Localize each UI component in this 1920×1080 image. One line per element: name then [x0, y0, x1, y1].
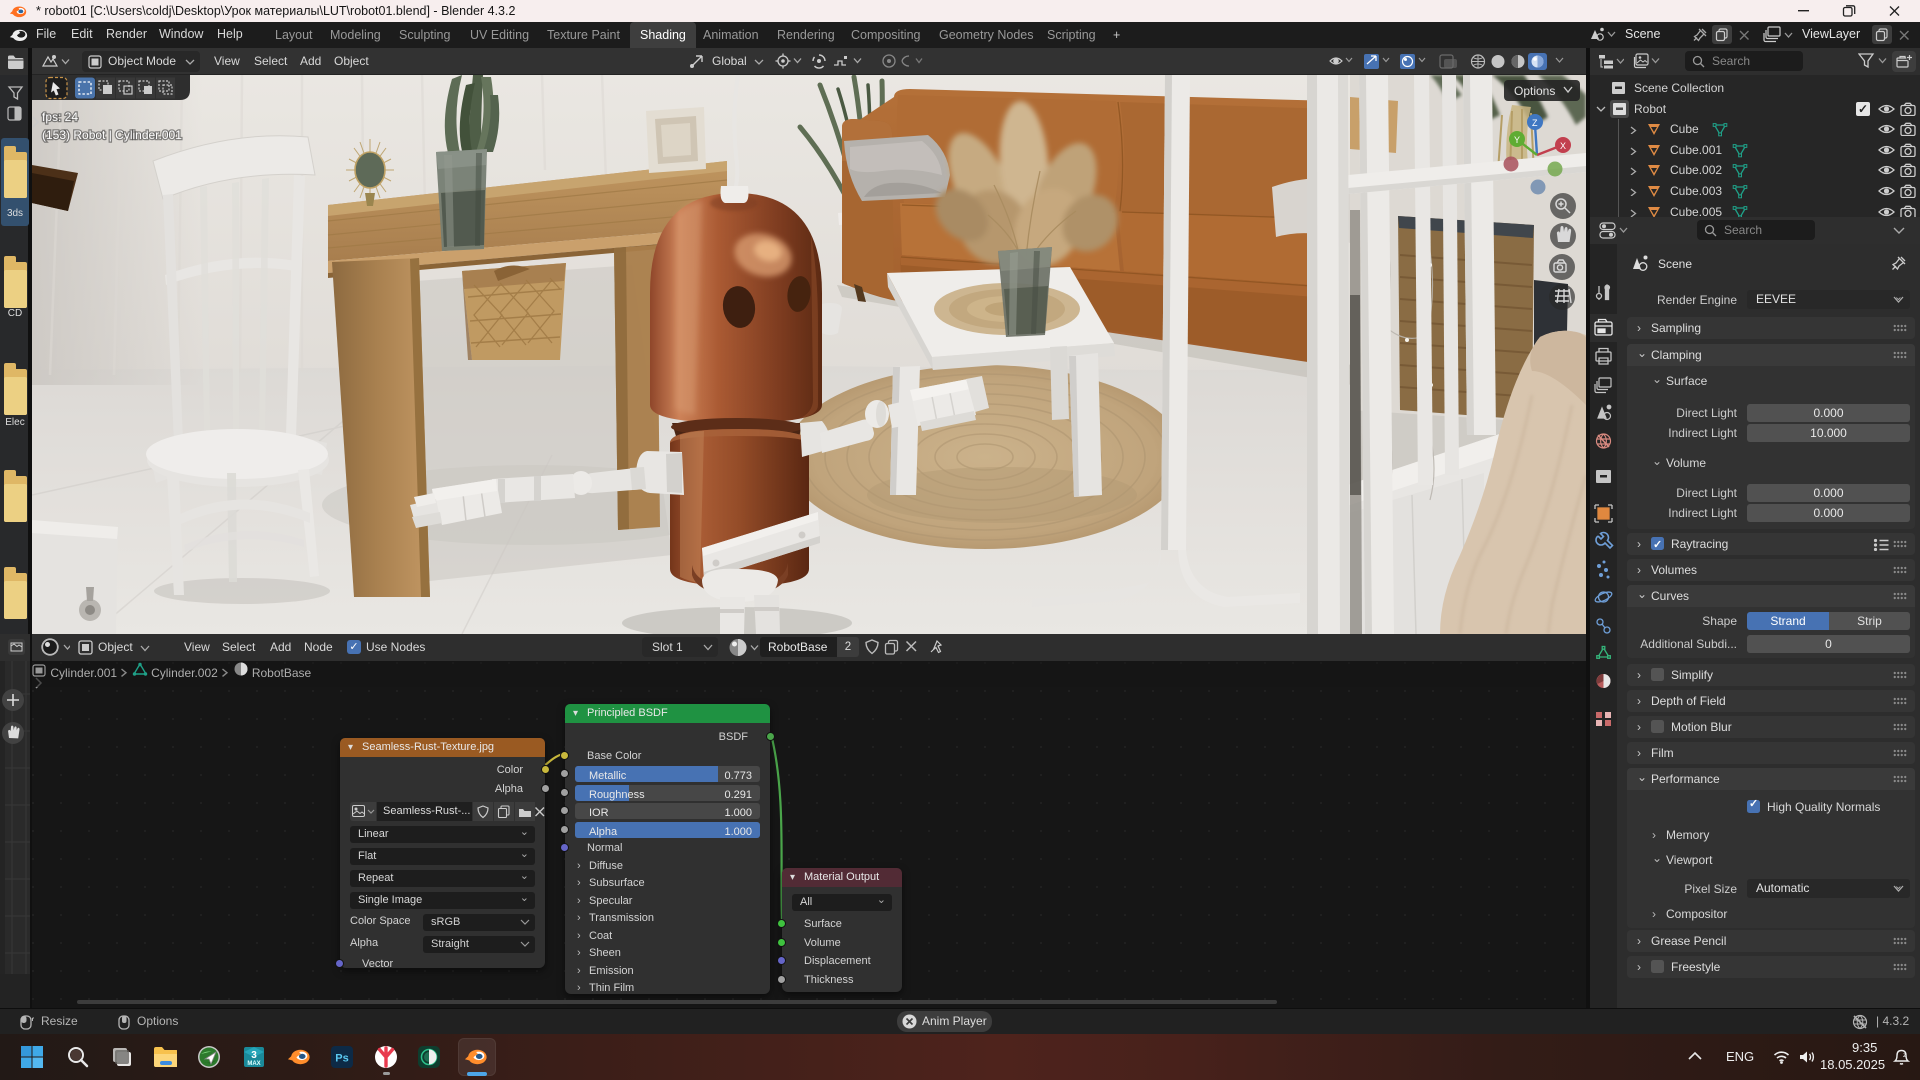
svg-text:X: X: [1560, 141, 1566, 151]
svg-text:z: z: [1903, 1052, 1907, 1059]
svg-text:MAX: MAX: [247, 1061, 260, 1067]
svg-text:3: 3: [251, 1050, 257, 1061]
svg-text:Z: Z: [1532, 118, 1538, 128]
svg-text:Options: Options: [1514, 84, 1555, 98]
svg-text:Ps: Ps: [335, 1053, 348, 1065]
svg-text:fps: 24: fps: 24: [42, 110, 78, 124]
svg-text:Y: Y: [1514, 135, 1520, 145]
svg-text:(153) Robot | Cylinder.001: (153) Robot | Cylinder.001: [42, 128, 182, 142]
